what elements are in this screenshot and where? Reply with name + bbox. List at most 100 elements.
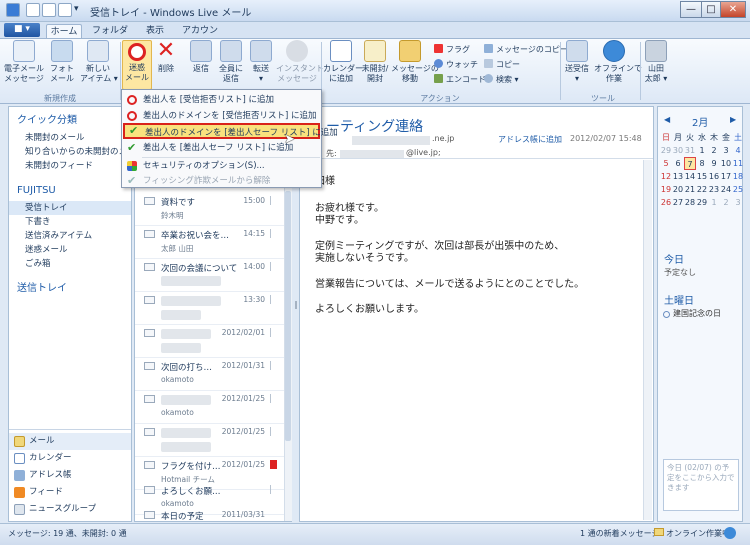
tab-home[interactable]: ホーム <box>46 24 82 39</box>
flag-icon[interactable] <box>270 394 277 403</box>
calendar-day[interactable]: 17 <box>720 170 732 183</box>
calendar-day[interactable]: 28 <box>684 196 696 209</box>
calendar-day[interactable]: 11 <box>732 157 744 170</box>
nav-feeds[interactable]: フィード <box>9 484 131 501</box>
list-item[interactable]: 次回の会議について 14:00 <box>135 259 285 292</box>
move-message-button[interactable]: メッセージの 移動 <box>391 40 439 84</box>
user-account-button[interactable]: 山田 太郎 ▾ <box>642 40 670 84</box>
calendar-day[interactable]: 21 <box>684 183 696 196</box>
forward-button[interactable]: 転送 ▾ <box>248 40 274 84</box>
calendar-day[interactable]: 31 <box>684 144 696 157</box>
flag-icon[interactable] <box>270 328 277 337</box>
calendar-day[interactable]: 9 <box>708 157 720 170</box>
folder-sent[interactable]: 送信済みアイテム <box>9 229 131 243</box>
folder-drafts[interactable]: 下書き <box>9 215 131 229</box>
red-flag-icon[interactable] <box>270 460 277 469</box>
quick-views-header[interactable]: クイック分類 <box>9 113 77 129</box>
app-icon[interactable] <box>6 3 20 17</box>
flag-icon[interactable] <box>270 262 277 271</box>
next-month-button[interactable]: ▶ <box>730 115 736 124</box>
list-item[interactable]: 本日の予定 2011/03/31 <box>135 507 285 522</box>
flag-button[interactable]: フラグ <box>434 44 470 55</box>
list-item[interactable]: 資料です 鈴木明 15:00 <box>135 193 285 226</box>
status-new-mail[interactable]: 1 通の新着メッセージ <box>580 528 659 539</box>
find-button[interactable]: 検索 ▾ <box>484 74 519 85</box>
nav-calendar[interactable]: カレンダー <box>9 450 131 467</box>
calendar-day[interactable]: 19 <box>660 183 672 196</box>
maximize-button[interactable]: □ <box>701 1 721 18</box>
calendar-day[interactable]: 7 <box>684 157 696 170</box>
list-item[interactable]: okamoto 2012/01/25 <box>135 391 285 424</box>
folder-junk[interactable]: 迷惑メール <box>9 243 131 257</box>
junk-button[interactable]: 迷惑 メール <box>122 40 152 90</box>
menu-security-options[interactable]: セキュリティのオプション(S)... <box>123 158 320 174</box>
calendar-day[interactable]: 29 <box>660 144 672 157</box>
send-receive-icon[interactable] <box>58 3 72 17</box>
flag-icon[interactable] <box>270 361 277 370</box>
calendar-day[interactable]: 25 <box>732 183 744 196</box>
nav-contacts[interactable]: アドレス帳 <box>9 467 131 484</box>
new-item-button[interactable]: 新しい アイテム ▾ <box>80 40 118 84</box>
calendar-day[interactable]: 4 <box>732 144 744 157</box>
calendar-day[interactable]: 23 <box>708 183 720 196</box>
calendar-day[interactable]: 6 <box>672 157 684 170</box>
list-item[interactable]: 13:30 <box>135 292 285 325</box>
calendar-day[interactable]: 22 <box>696 183 708 196</box>
encode-button[interactable]: エンコード <box>434 74 486 85</box>
close-button[interactable]: ✕ <box>720 1 746 18</box>
flag-icon[interactable] <box>270 196 277 205</box>
calendar-day[interactable]: 27 <box>672 196 684 209</box>
calendar-day[interactable]: 3 <box>720 144 732 157</box>
splitter-grip[interactable]: ‖ <box>294 300 298 309</box>
outbox-header[interactable]: 送信トレイ <box>9 281 67 297</box>
calendar-day[interactable]: 3 <box>732 196 744 209</box>
holiday-item[interactable]: 建国記念の日 <box>673 308 721 319</box>
watch-button[interactable]: ウォッチ <box>434 59 478 70</box>
unread-read-button[interactable]: 未開封/ 開封 <box>361 40 389 84</box>
menu-block-sender[interactable]: 差出人を [受信拒否リスト] に追加 <box>123 92 320 108</box>
calendar-day[interactable]: 29 <box>696 196 708 209</box>
copy-message-button[interactable]: メッセージのコピー <box>484 44 568 55</box>
delete-button[interactable]: ✕ 削除 <box>154 40 178 74</box>
flag-icon[interactable] <box>270 229 277 238</box>
calendar-day[interactable]: 2 <box>720 196 732 209</box>
calendar-day[interactable]: 15 <box>696 170 708 183</box>
nav-mail[interactable]: メール <box>9 433 131 450</box>
calendar-day[interactable]: 20 <box>672 183 684 196</box>
folder-unread-mail[interactable]: 未開封のメール <box>9 131 131 145</box>
calendar-day[interactable]: 18 <box>732 170 744 183</box>
flag-icon[interactable] <box>270 427 277 436</box>
prev-month-button[interactable]: ◀ <box>664 115 670 124</box>
nav-newsgroups[interactable]: ニュースグループ <box>9 501 131 518</box>
work-offline-button[interactable]: オフラインで 作業 <box>594 40 642 84</box>
calendar-day[interactable]: 1 <box>696 144 708 157</box>
tab-folder[interactable]: フォルダー <box>88 24 132 50</box>
calendar-day[interactable]: 5 <box>660 157 672 170</box>
new-doc-icon[interactable] <box>26 3 40 17</box>
qat-chevron-icon[interactable]: ▾ <box>74 4 79 14</box>
folder-inbox[interactable]: 受信トレイ <box>9 201 131 215</box>
send-receive-button[interactable]: 送受信 ▾ <box>562 40 592 84</box>
quick-add-input[interactable]: 今日 (02/07) の予定をここから入力できます <box>663 459 739 511</box>
tab-account[interactable]: アカウント <box>178 24 222 50</box>
copy-button[interactable]: コピー <box>484 59 520 70</box>
flag-icon[interactable] <box>270 485 277 494</box>
reply-all-button[interactable]: 全員に 返信 <box>216 40 246 84</box>
calendar-day[interactable]: 10 <box>720 157 732 170</box>
reading-scrollbar[interactable] <box>643 160 652 520</box>
new-email-button[interactable]: 電子メール メッセージ <box>4 40 44 84</box>
menu-phishing-unmark[interactable]: ✔ フィッシング詐欺メールから解除 <box>123 173 320 189</box>
calendar-day[interactable]: 26 <box>660 196 672 209</box>
calendar-day[interactable]: 1 <box>708 196 720 209</box>
list-item[interactable]: 卒業お祝い会を… 太郎 山田 14:15 <box>135 226 285 259</box>
scroll-thumb[interactable] <box>285 191 291 441</box>
calendar-day[interactable]: 2 <box>708 144 720 157</box>
folder-unread-feeds[interactable]: 未開封のフィード <box>9 159 131 173</box>
add-calendar-button[interactable]: カレンダー に追加 <box>323 40 363 84</box>
tab-view[interactable]: 表示 <box>140 24 170 39</box>
calendar-day[interactable]: 24 <box>720 183 732 196</box>
minimize-button[interactable]: — <box>680 1 702 18</box>
list-item[interactable]: 次回の打ち… okamoto 2012/01/31 <box>135 358 285 391</box>
list-item[interactable]: 2012/01/25 <box>135 424 285 457</box>
calendar-day[interactable]: 14 <box>684 170 696 183</box>
